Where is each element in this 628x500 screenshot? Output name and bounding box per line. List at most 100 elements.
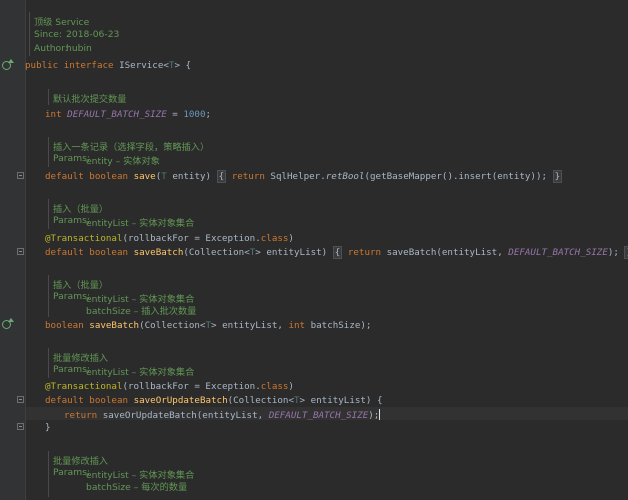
keyword: boolean [89,395,129,406]
static-method: retBool [325,171,365,182]
keyword: default [45,171,84,182]
text-cursor [379,409,381,420]
doc-comment-class: 顶级 Service Since: 2018-06-23 Author: hub… [29,12,614,56]
method-name: saveBatch [89,320,140,331]
number-literal: 1000 [183,109,206,120]
doc-params-value: batchSize – 每次的数量 [86,482,188,493]
annotation: @Transactional [45,381,123,392]
code-text: (Collection< [227,395,294,406]
doc-text: 插入（批量） [53,280,109,291]
code-text: (rollbackFor = Exception. [122,233,261,244]
doc-params-value: batchSize – 插入批次数量 [86,306,197,317]
code-line-interface[interactable]: public interface IService<T> { [25,60,191,71]
doc-comment-batch-size: 默认批次提交数量 [48,89,613,105]
code-text: saveBatch(entityList, [381,247,509,258]
code-text: } [45,422,51,433]
doc-text: 默认批次提交数量 [53,94,127,105]
code-line-close-brace[interactable]: } [45,422,51,433]
keyword: class [260,381,289,392]
keyword: return [64,410,98,421]
implemented-by-icon[interactable] [2,318,14,329]
code-line-annotation[interactable]: @Transactional(rollbackFor = Exception.c… [45,381,294,392]
keyword: class [260,233,289,244]
doc-comment-save: 插入一条记录（选择字段，策略插入） Params: entity – 实体对象 [48,137,613,167]
doc-since-label: Since: [34,29,63,40]
doc-params-label: Params: [53,467,90,478]
folded-brace[interactable]: { [216,170,227,183]
keyword: public [25,60,59,71]
keyword: default [45,247,84,258]
code-text: (rollbackFor = Exception. [122,381,261,392]
code-text: (Collection< [139,320,206,331]
code-text: (getBaseMapper().insert(entity)); [364,171,553,182]
doc-params-label: Params: [53,153,90,164]
method-name: saveBatch [133,247,184,258]
doc-text: 插入（批量） [53,204,109,215]
doc-text: 批量修改插入 [53,353,109,364]
constant-field: DEFAULT_BATCH_SIZE [508,247,608,258]
doc-params-label: Params: [53,291,90,302]
code-text: > entityList) { [299,395,383,406]
constant-field: DEFAULT_BATCH_SIZE [268,410,369,421]
code-text: batchSize); [305,320,372,331]
code-text: = [166,109,184,120]
code-text: > entityList) [255,247,333,258]
doc-since-value: 2018-06-23 [66,29,120,40]
code-text: ); [368,410,380,421]
code-text: ) [288,233,294,244]
doc-comment-save-batch-size: 插入（批量） Params: entityList – 实体对象集合 batch… [48,275,613,317]
doc-params-value: entityList – 实体对象集合 [86,218,195,229]
method-name: save [133,171,156,182]
gutter-separator [25,0,26,500]
fold-toggle-icon[interactable] [17,423,24,430]
code-line-save[interactable]: default boolean save(T entity) { return … [45,170,563,183]
doc-author-value: hubin [66,43,92,54]
code-text: ); [607,247,625,258]
code-text: SqlHelper. [264,171,326,182]
keyword: int [45,109,62,120]
interface-name: IService< [119,60,169,71]
method-name: saveOrUpdateBatch [133,395,228,406]
code-text: ) [288,381,294,392]
doc-comment-update-batch-size: 批量修改插入 Params: entityList – 实体对象集合 batch… [48,451,613,497]
doc-params-value: entityList – 实体对象集合 [86,367,195,378]
doc-comment-save-batch: 插入（批量） Params: entityList – 实体对象集合 [48,199,613,229]
code-line-save-batch[interactable]: default boolean saveBatch(Collection<T> … [45,246,628,259]
code-text: ; [205,109,212,120]
code-line-annotation[interactable]: @Transactional(rollbackFor = Exception.c… [45,233,294,244]
code-line-batch-size[interactable]: int DEFAULT_BATCH_SIZE = 1000; [45,109,211,120]
code-text: saveOrUpdateBatch(entityList, [97,410,269,421]
folded-brace[interactable]: } [552,170,563,183]
doc-params-label: Params: [53,215,90,226]
keyword: return [231,171,265,182]
fold-toggle-icon[interactable] [17,172,24,179]
keyword: interface [63,60,114,71]
keyword: int [288,320,306,331]
code-text: > { [174,60,192,71]
keyword: boolean [89,247,129,258]
code-line-update-return[interactable]: return saveOrUpdateBatch(entityList, DEF… [64,409,381,421]
doc-text: 批量修改插入 [53,456,109,467]
doc-params-label: Params: [53,364,90,375]
doc-text: 插入一条记录（选择字段，策略插入） [53,142,210,153]
keyword: boolean [45,320,84,331]
doc-text: 顶级 Service [34,17,90,28]
constant-field: DEFAULT_BATCH_SIZE [67,109,167,120]
keyword: return [347,247,382,258]
doc-params-value: entity – 实体对象 [86,156,160,167]
fold-toggle-icon[interactable] [17,396,24,403]
annotation: @Transactional [45,233,123,244]
code-line-update-batch[interactable]: default boolean saveOrUpdateBatch(Collec… [45,395,383,406]
code-text: entity) [166,171,217,182]
keyword: boolean [89,171,129,182]
doc-comment-update-batch: 批量修改插入 Params: entityList – 实体对象集合 [48,348,613,378]
folded-brace[interactable]: { [332,246,343,259]
code-line-save-batch-size[interactable]: boolean saveBatch(Collection<T> entityLi… [45,320,371,331]
fold-toggle-icon[interactable] [17,248,24,255]
code-text: > entityList, [211,320,289,331]
folded-brace[interactable]: } [624,246,628,259]
keyword: default [45,395,84,406]
code-text: (Collection< [183,247,250,258]
implemented-by-icon[interactable] [2,59,14,70]
doc-author-label: Author: [34,43,68,54]
